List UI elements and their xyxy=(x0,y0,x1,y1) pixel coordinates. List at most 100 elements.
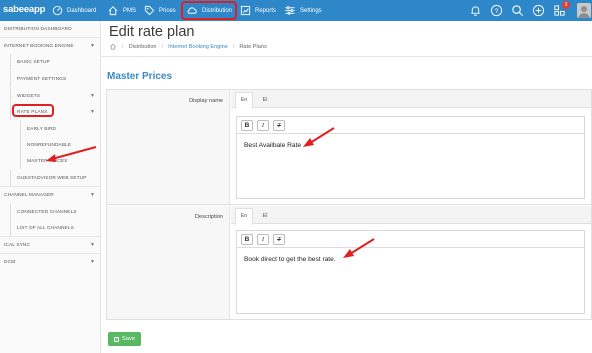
nav-distribution[interactable]: Distribution xyxy=(181,1,238,20)
nav-pms[interactable]: PMS xyxy=(107,0,136,21)
sidebar-item-payment-settings[interactable]: PAYMENT SETTINGS xyxy=(10,71,100,87)
chevron-down-icon: ▼ xyxy=(89,93,95,99)
plus-circle-icon[interactable] xyxy=(532,4,545,17)
breadcrumb-separator: / xyxy=(161,43,164,50)
bold-button[interactable]: B xyxy=(241,234,253,245)
sidebar-item-distribution-dashboard[interactable]: DISTRIBUTION DASHBOARD xyxy=(0,21,100,37)
breadcrumb-separator: / xyxy=(232,43,235,50)
arrow-annotation-display-name xyxy=(303,127,335,147)
nav-prices[interactable]: Prices xyxy=(144,0,176,21)
sidebar-item-dcm[interactable]: DCM ▼ xyxy=(0,254,100,270)
chevron-down-icon: ▼ xyxy=(89,259,95,265)
sidebar-item-label: DISTRIBUTION DASHBOARD xyxy=(4,26,72,32)
tag-icon xyxy=(144,5,155,16)
sidebar-item-widgets[interactable]: WIDGETS ▼ xyxy=(10,88,100,104)
sidebar-item-early-bird[interactable]: EARLY BIRD xyxy=(20,121,100,137)
display-name-editor[interactable]: B I T Best Availbale Rate xyxy=(236,116,585,199)
user-silhouette-icon xyxy=(578,6,590,18)
language-tabs: En El xyxy=(231,90,591,109)
editor-toolbar: B I T xyxy=(237,231,584,248)
sidebar-item-label: CHANNEL MANAGER xyxy=(4,192,54,198)
chevron-down-icon: ▼ xyxy=(89,192,95,198)
home-icon xyxy=(108,6,118,16)
tab-en[interactable]: En xyxy=(235,208,253,225)
sidebar-item-connected-channels[interactable]: CONNECTED CHANNELS xyxy=(10,204,100,220)
section-title: Master Prices xyxy=(107,71,173,82)
nav-pms-label: PMS xyxy=(123,7,137,14)
nav-reports-label: Reports xyxy=(255,7,277,14)
description-editor[interactable]: B I T Book direct to get the best rate. xyxy=(236,230,585,314)
sidebar-item-ical-sync[interactable]: ICAL SYNC ▼ xyxy=(0,237,100,253)
sidebar-item-label: ICAL SYNC xyxy=(4,242,31,248)
cloud-sync-icon xyxy=(187,7,197,14)
sidebar-item-label: LIST OF ALL CHANNELS xyxy=(17,225,74,231)
avatar[interactable] xyxy=(577,3,591,18)
label-column: Description xyxy=(107,206,230,319)
italic-button[interactable]: I xyxy=(257,234,269,245)
breadcrumb-internet-booking-engine[interactable]: Internet Booking Engine xyxy=(168,44,228,50)
sidebar-item-label: BASIC SETUP xyxy=(17,59,50,65)
breadcrumb-rate-plans: Rate Plans xyxy=(239,43,267,50)
description-text[interactable]: Book direct to get the best rate. xyxy=(244,256,336,263)
rate-plan-form: Display name En El B I T Best Availbale … xyxy=(106,89,592,320)
tab-el[interactable]: El xyxy=(256,93,274,108)
sidebar-item-label: PAYMENT SETTINGS xyxy=(17,76,67,82)
nav-dashboard[interactable]: Dashboard xyxy=(52,0,96,21)
tab-el[interactable]: El xyxy=(256,209,274,224)
display-name-row: Display name En El B I T Best Availbale … xyxy=(107,90,591,205)
sidebar-item-label: CONNECTED CHANNELS xyxy=(17,209,77,215)
bold-button[interactable]: B xyxy=(241,120,253,131)
header-divider xyxy=(101,56,592,57)
gauge-icon xyxy=(52,5,63,16)
search-icon[interactable] xyxy=(511,4,524,17)
sidebar-item-list-of-all-channels[interactable]: LIST OF ALL CHANNELS xyxy=(10,220,100,236)
arrow-annotation-master-prices xyxy=(46,146,97,162)
rate-plans-highlight-box xyxy=(12,104,54,117)
bell-icon[interactable] xyxy=(469,4,482,17)
chevron-down-icon: ▼ xyxy=(89,43,95,49)
chevron-down-icon: ▼ xyxy=(89,109,95,115)
sidebar-item-label: WIDGETS xyxy=(17,93,41,99)
notification-badge: 3 xyxy=(562,1,570,9)
clear-format-button[interactable]: T xyxy=(273,120,285,131)
sidebar-item-label: EARLY BIRD xyxy=(27,126,57,132)
display-name-label: Display name xyxy=(189,98,223,104)
svg-text:?: ? xyxy=(495,8,499,15)
save-button-label: Save xyxy=(121,336,136,342)
sidebar-item-label: DCM xyxy=(4,259,16,265)
sidebar: DISTRIBUTION DASHBOARD INTERNET BOOKING … xyxy=(0,21,101,353)
nav-settings-label: Settings xyxy=(300,7,322,14)
italic-button[interactable]: I xyxy=(257,120,269,131)
sidebar-item-guestadvisor-web-setup[interactable]: GUESTADVISOR WEB SETUP xyxy=(10,170,100,186)
breadcrumb-distribution[interactable]: Distribution xyxy=(129,44,157,50)
breadcrumb-separator: / xyxy=(122,43,124,50)
save-button[interactable]: ✓ Save xyxy=(108,332,141,346)
bar-chart-icon xyxy=(240,5,251,16)
language-tabs: En El xyxy=(231,206,591,225)
nav-distribution-label: Distribution xyxy=(202,7,233,14)
top-navigation-bar: sabeeapp Dashboard PMS Prices Distributi… xyxy=(0,0,592,21)
tab-en[interactable]: En xyxy=(235,92,253,109)
page-title: Edit rate plan xyxy=(109,24,195,40)
sidebar-item-label: GUESTADVISOR WEB SETUP xyxy=(17,175,87,181)
app-logo[interactable]: sabeeapp xyxy=(3,4,45,15)
chevron-down-icon: ▼ xyxy=(89,242,95,248)
nav-dashboard-label: Dashboard xyxy=(67,7,97,14)
description-row: Description En El B I T Book direct to g… xyxy=(107,206,591,319)
sidebar-item-channel-manager[interactable]: CHANNEL MANAGER ▼ xyxy=(0,187,100,203)
nav-reports[interactable]: Reports xyxy=(240,0,276,21)
check-icon: ✓ xyxy=(113,336,119,342)
sliders-icon xyxy=(285,6,295,15)
breadcrumb: / Distribution / Internet Booking Engine… xyxy=(109,43,267,50)
clear-format-button[interactable]: T xyxy=(273,234,285,245)
nav-settings[interactable]: Settings xyxy=(284,0,322,21)
label-column: Display name xyxy=(107,90,230,204)
sidebar-item-basic-setup[interactable]: BASIC SETUP xyxy=(10,54,100,70)
editor-toolbar: B I T xyxy=(237,117,584,134)
home-icon[interactable] xyxy=(109,43,117,50)
help-icon[interactable]: ? xyxy=(490,4,503,17)
display-name-text[interactable]: Best Availbale Rate xyxy=(244,142,301,149)
sidebar-item-label: INTERNET BOOKING ENGINE xyxy=(4,43,74,49)
arrow-annotation-description xyxy=(343,238,375,258)
sidebar-item-internet-booking-engine[interactable]: INTERNET BOOKING ENGINE ▼ xyxy=(0,38,100,54)
